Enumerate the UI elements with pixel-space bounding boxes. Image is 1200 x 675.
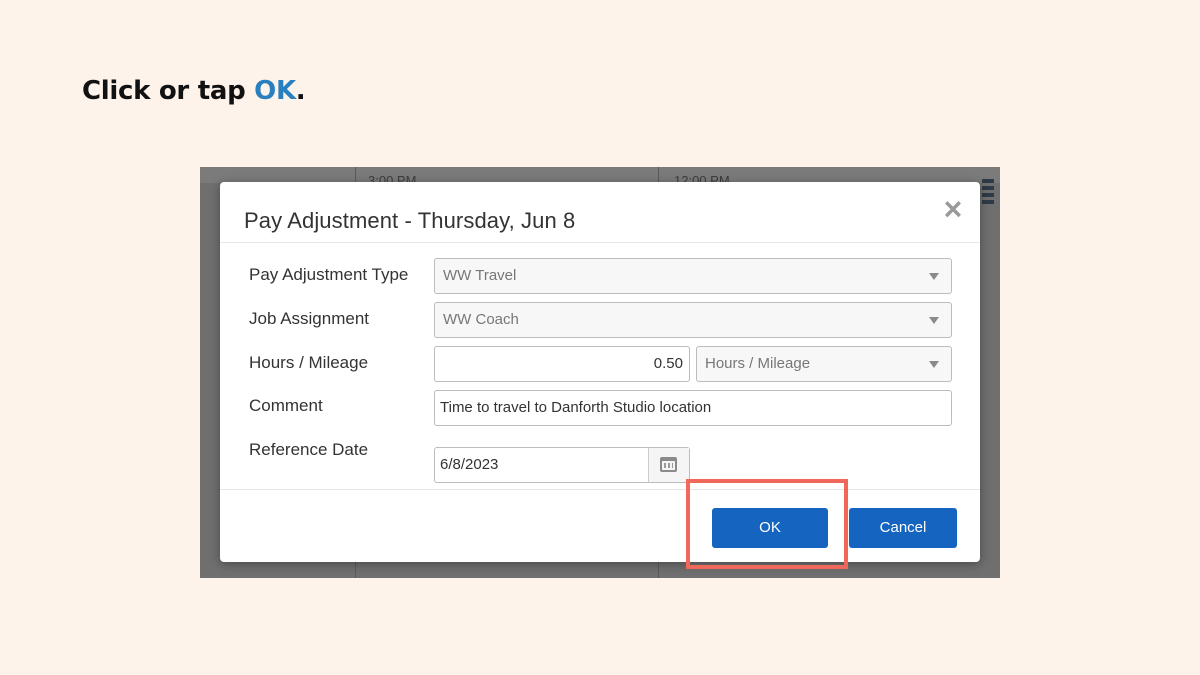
instruction-prefix: Click or tap xyxy=(82,76,255,106)
reference-date-input[interactable]: 6/8/2023 xyxy=(434,447,690,483)
app-screenshot: 3:00 PM 12:00 PM Pay Adjustment - Thursd… xyxy=(200,167,1000,578)
chevron-down-icon xyxy=(929,317,939,324)
chevron-down-icon xyxy=(929,361,939,368)
calendar-icon xyxy=(660,457,677,472)
pay-adjustment-type-select[interactable]: WW Travel xyxy=(434,258,952,294)
footer-divider xyxy=(220,489,980,490)
ok-button[interactable]: OK xyxy=(712,508,828,548)
dialog-title: Pay Adjustment - Thursday, Jun 8 xyxy=(244,208,576,233)
pay-adjustment-dialog: Pay Adjustment - Thursday, Jun 8 × Pay A… xyxy=(220,182,980,562)
reference-date-value: 6/8/2023 xyxy=(440,456,499,473)
header-divider xyxy=(220,242,980,243)
instruction-text: Click or tap OK. xyxy=(82,76,306,106)
hours-unit-select[interactable]: Hours / Mileage xyxy=(696,346,952,382)
comment-input[interactable]: Time to travel to Danforth Studio locati… xyxy=(434,390,952,426)
hours-unit-value: Hours / Mileage xyxy=(705,355,811,372)
calendar-button[interactable] xyxy=(648,448,689,482)
job-assignment-label: Job Assignment xyxy=(249,309,370,328)
chevron-down-icon xyxy=(929,273,939,280)
job-assignment-value: WW Coach xyxy=(443,311,519,328)
hours-mileage-label: Hours / Mileage xyxy=(249,353,369,372)
instruction-target: OK xyxy=(254,76,296,106)
close-icon[interactable]: × xyxy=(938,193,968,225)
instruction-suffix: . xyxy=(295,76,306,106)
comment-value: Time to travel to Danforth Studio locati… xyxy=(440,399,712,416)
background-schedule-row xyxy=(200,167,1000,183)
cancel-button[interactable]: Cancel xyxy=(849,508,957,548)
hours-amount-input[interactable]: 0.50 xyxy=(434,346,690,382)
reference-date-label: Reference Date xyxy=(249,440,369,459)
pay-adjustment-type-value: WW Travel xyxy=(443,267,517,284)
pay-adjustment-type-label: Pay Adjustment Type xyxy=(249,265,409,284)
job-assignment-select[interactable]: WW Coach xyxy=(434,302,952,338)
hours-amount-value: 0.50 xyxy=(653,355,683,372)
comment-label: Comment xyxy=(249,396,323,415)
background-icons xyxy=(982,179,994,207)
